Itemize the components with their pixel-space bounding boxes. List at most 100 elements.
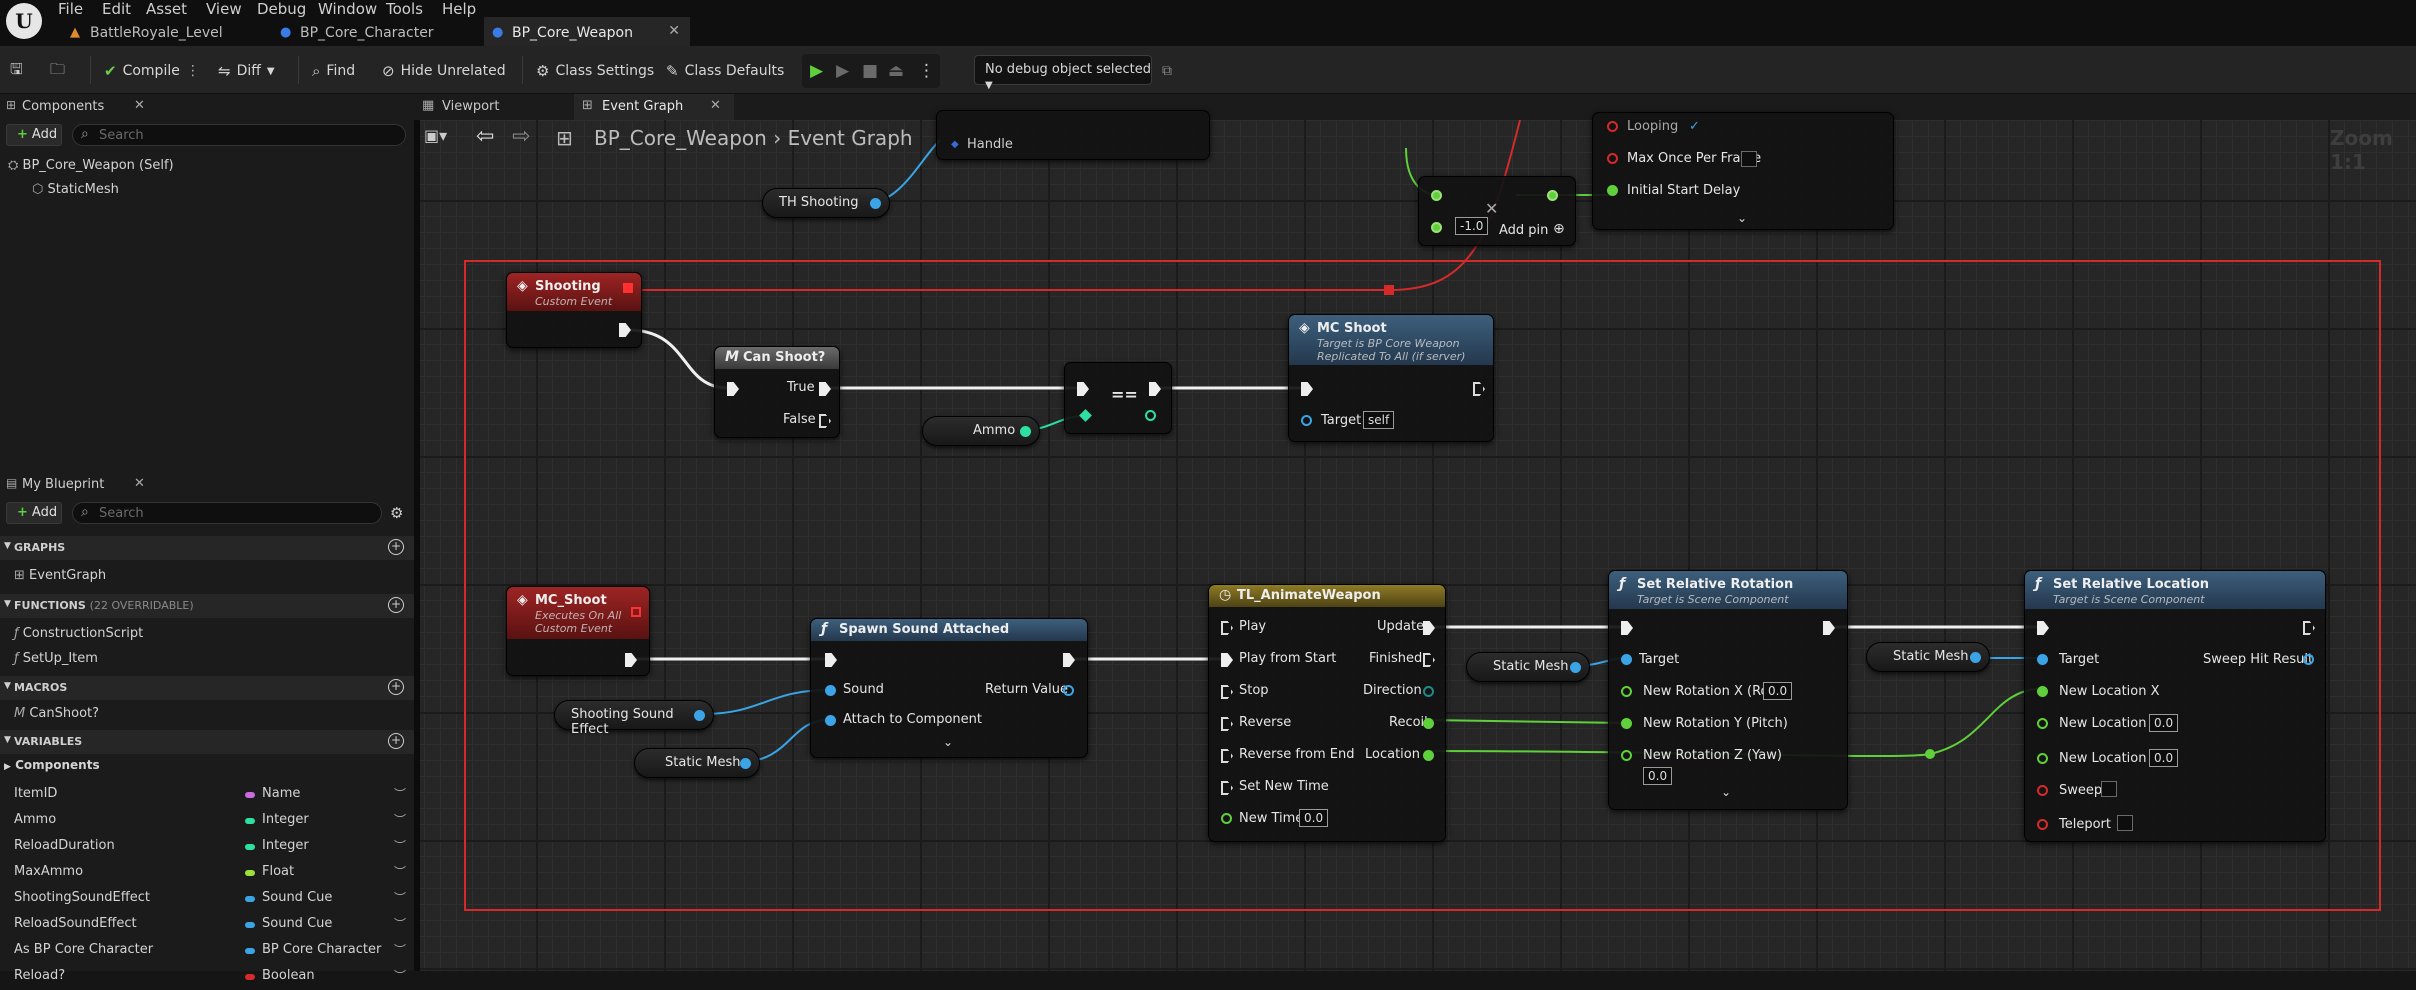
shooting-sound-effect-getter[interactable]: Shooting Sound Effect	[554, 700, 714, 737]
input-pin[interactable]	[2037, 785, 2048, 796]
shooting-event-node[interactable]: ◈ Shooting Custom Event	[506, 272, 642, 348]
sweep-checkbox[interactable]	[2101, 781, 2117, 797]
exec-in-pin[interactable]	[1621, 621, 1633, 635]
value-field[interactable]: -1.0	[1455, 217, 1489, 235]
rotation-x-field[interactable]: 0.0	[1763, 682, 1793, 700]
exec-in-pin[interactable]	[1221, 653, 1233, 667]
exec-out-pin[interactable]	[1473, 382, 1485, 396]
output-pin[interactable]	[1423, 750, 1434, 761]
output-pin[interactable]	[740, 758, 751, 769]
function-icon: ƒ	[2035, 576, 2042, 592]
event-icon: ◈	[517, 592, 528, 608]
spawn-sound-attached-node[interactable]: ƒ Spawn Sound Attached Sound Return Value…	[810, 618, 1088, 758]
exec-in-pin[interactable]	[1221, 717, 1233, 731]
chevron-down-icon[interactable]: ⌄	[943, 735, 953, 749]
exec-in-pin[interactable]	[1221, 685, 1233, 699]
input-pin[interactable]	[1431, 222, 1442, 233]
exec-out-pin[interactable]	[1063, 653, 1075, 667]
rotation-z-field[interactable]: 0.0	[1643, 767, 1673, 785]
input-pin[interactable]	[1145, 410, 1156, 421]
timeline-node[interactable]: ◷ TL_AnimateWeapon Play Play from Start S…	[1208, 584, 1446, 842]
input-pin[interactable]	[1607, 185, 1618, 196]
static-mesh-getter[interactable]: Static Mesh	[1466, 652, 1590, 682]
target-value-field[interactable]: self	[1363, 411, 1395, 429]
input-pin[interactable]	[2037, 819, 2048, 830]
input-pin[interactable]	[2037, 753, 2048, 764]
output-pin[interactable]	[1423, 686, 1434, 697]
exec-in-pin[interactable]	[1221, 749, 1233, 763]
pin-label: Play	[1239, 619, 1267, 634]
teleport-checkbox[interactable]	[2117, 815, 2133, 831]
input-pin[interactable]	[1621, 718, 1632, 729]
pin-label: Initial Start Delay	[1627, 183, 1741, 198]
pin-label: False	[783, 412, 816, 427]
mc-shoot-call-node[interactable]: ◈ MC Shoot Target is BP Core Weapon Replica…	[1288, 314, 1494, 442]
input-pin[interactable]	[825, 685, 836, 696]
set-relative-location-node[interactable]: ƒ Set Relative Location Target is Scene Co…	[2024, 570, 2326, 842]
node-title: Set Relative Rotation	[1637, 577, 1794, 592]
exec-in-pin[interactable]	[1221, 781, 1233, 795]
multiply-node[interactable]: -1.0 ✕ Add pin ⊕	[1418, 176, 1576, 246]
exec-out-pin[interactable]	[2303, 621, 2315, 635]
output-pin[interactable]	[2303, 654, 2314, 665]
exec-in-pin[interactable]	[1077, 382, 1089, 396]
input-pin[interactable]	[1621, 654, 1632, 665]
location-z-field[interactable]: 0.0	[2149, 749, 2179, 767]
add-pin-icon[interactable]: ⊕	[1553, 221, 1565, 237]
input-pin[interactable]	[1607, 153, 1618, 164]
mc-shoot-event-node[interactable]: ◈ MC_Shoot Executes On All Custom Event	[506, 586, 650, 676]
input-pin[interactable]	[1621, 750, 1632, 761]
exec-in-pin[interactable]	[1301, 382, 1313, 396]
exec-out-pin[interactable]	[625, 653, 637, 667]
input-pin[interactable]	[1431, 190, 1442, 201]
output-pin[interactable]	[1970, 652, 1981, 663]
output-pin[interactable]	[694, 710, 705, 721]
static-mesh-getter[interactable]: Static Mesh	[634, 748, 760, 778]
chevron-down-icon[interactable]: ⌄	[1737, 211, 1747, 225]
exec-in-pin[interactable]	[2037, 621, 2049, 635]
partial-node-top[interactable]: ◆ Handle	[936, 110, 1210, 160]
checkmark-icon[interactable]: ✓	[1689, 119, 1700, 134]
exec-out-pin[interactable]	[819, 382, 831, 396]
exec-out-pin[interactable]	[1423, 653, 1435, 667]
output-pin[interactable]	[1423, 718, 1434, 729]
static-mesh-getter[interactable]: Static Mesh	[1866, 642, 1990, 672]
input-pin[interactable]	[2037, 718, 2048, 729]
location-y-field[interactable]: 0.0	[2149, 714, 2179, 732]
equals-node[interactable]: ==	[1064, 362, 1172, 434]
set-relative-rotation-node[interactable]: ƒ Set Relative Rotation Target is Scene Co…	[1608, 570, 1848, 810]
input-pin[interactable]	[1221, 813, 1232, 824]
output-pin[interactable]	[1547, 190, 1558, 201]
output-pin[interactable]	[1063, 685, 1074, 696]
input-pin[interactable]	[1301, 415, 1312, 426]
input-pin[interactable]	[2037, 686, 2048, 697]
input-pin[interactable]	[1607, 121, 1618, 132]
input-pin[interactable]	[1079, 409, 1092, 422]
node-subtitle: Target is BP Core Weapon	[1317, 337, 1460, 350]
exec-out-pin[interactable]	[619, 323, 631, 337]
exec-out-pin[interactable]	[1423, 621, 1435, 635]
exec-in-pin[interactable]	[727, 382, 739, 396]
set-timer-node[interactable]: Looping ✓ Max Once Per Frame Initial Sta…	[1592, 112, 1894, 230]
ammo-getter[interactable]: Ammo	[922, 416, 1040, 446]
add-pin-label[interactable]: Add pin	[1499, 223, 1548, 238]
exec-out-pin[interactable]	[1823, 621, 1835, 635]
exec-out-pin[interactable]	[1149, 382, 1161, 396]
exec-in-pin[interactable]	[825, 653, 837, 667]
pin-label: Reverse from End	[1239, 747, 1355, 762]
input-pin[interactable]	[1621, 686, 1632, 697]
new-time-field[interactable]: 0.0	[1299, 809, 1329, 827]
delegate-pin[interactable]	[631, 607, 641, 617]
input-pin[interactable]	[825, 715, 836, 726]
chevron-down-icon[interactable]: ⌄	[1721, 785, 1731, 799]
th-shooting-getter[interactable]: TH Shooting	[762, 188, 890, 218]
max-once-checkbox[interactable]	[1741, 151, 1757, 167]
exec-out-pin[interactable]	[819, 414, 831, 428]
delegate-pin[interactable]	[623, 283, 633, 293]
input-pin[interactable]	[2037, 654, 2048, 665]
canshoot-macro-node[interactable]: M Can Shoot? True False	[714, 346, 840, 438]
exec-in-pin[interactable]	[1221, 621, 1233, 635]
output-pin[interactable]	[1020, 426, 1031, 437]
output-pin[interactable]	[1570, 662, 1581, 673]
output-pin[interactable]	[870, 198, 881, 209]
